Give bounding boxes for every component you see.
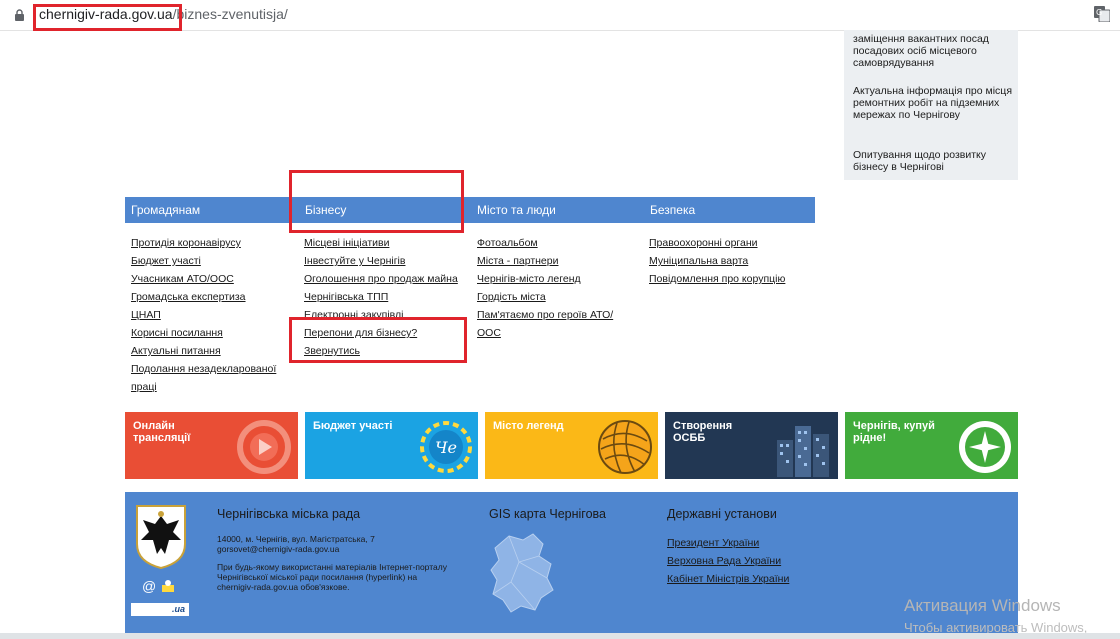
svg-text:G: G [1096, 8, 1102, 17]
news-item[interactable]: заміщення вакантних посад посадових осіб… [853, 33, 1013, 69]
tile-buy-local[interactable]: Чернігів, купуй рідне! [845, 412, 1018, 479]
menu-link[interactable]: Гордість міста [477, 288, 613, 306]
play-icon [237, 420, 291, 474]
leaf-logo-icon [959, 421, 1011, 473]
gov-link[interactable]: Президент України [667, 534, 789, 552]
menu-link-contact[interactable]: Звернутись [304, 342, 458, 360]
footer-email[interactable]: gorsovet@chernigiv-rada.gov.ua [217, 544, 339, 554]
tile-city-of-legends[interactable]: Місто легенд [485, 412, 658, 479]
footer-gis-title[interactable]: GIS карта Чернігова [489, 507, 606, 521]
menu-header-business[interactable]: Бізнесу [305, 203, 346, 217]
url-host: chernigiv-rada.gov.ua [39, 6, 173, 22]
tile-online-broadcasts[interactable]: Онлайн трансляції [125, 412, 298, 479]
tile-title: ОСББ [673, 432, 706, 444]
coat-of-arms-icon [136, 505, 186, 570]
tile-title: рідне! [853, 432, 887, 444]
menu-link[interactable]: Муніципальна варта [649, 252, 785, 270]
taskbar-edge [0, 633, 1120, 639]
footer: @ .ua Чернігівська міська рада 14000, м.… [125, 492, 1018, 634]
menu-column-city: Фотоальбом Міста - партнери Чернігів-міс… [477, 234, 613, 342]
menu-link[interactable]: Місцеві ініціативи [304, 234, 458, 252]
menu-link[interactable]: Фотоальбом [477, 234, 613, 252]
menu-link[interactable]: Оголошення про продаж майна [304, 270, 458, 288]
accessibility-icon[interactable] [161, 579, 175, 593]
che-badge-icon: Че [420, 421, 472, 473]
footer-at-icon[interactable]: @ [142, 578, 156, 594]
menu-link[interactable]: Актуальні питання [131, 342, 276, 360]
url-path: /biznes-zvenutisja/ [172, 6, 288, 22]
menu-link[interactable]: Чернігівська ТПП [304, 288, 458, 306]
footer-gov-title: Державні установи [667, 507, 777, 521]
menu-header-city[interactable]: Місто та люди [477, 203, 556, 217]
tile-title: Місто легенд [493, 420, 564, 432]
news-item[interactable]: Актуальна інформація про місця ремонтних… [853, 85, 1013, 121]
menu-link[interactable]: ООС [477, 324, 613, 342]
tile-osbb[interactable]: Створення ОСББ [665, 412, 838, 479]
menu-column-safety: Правоохоронні органи Муніципальна варта … [649, 234, 785, 288]
menu-link[interactable]: Громадська експертиза [131, 288, 276, 306]
ua-domain-badge[interactable]: .ua [131, 603, 189, 616]
menu-link[interactable]: Інвестуйте у Чернігів [304, 252, 458, 270]
tile-title: Бюджет участі [313, 420, 393, 432]
footer-note: Чернігівської міської ради посилання (hy… [217, 572, 418, 582]
translate-icon[interactable]: G [1094, 6, 1110, 22]
footer-gov-links: Президент України Верховна Рада України … [667, 534, 789, 588]
menu-link[interactable]: Міста - партнери [477, 252, 613, 270]
footer-note: При будь-якому використанні матеріалів І… [217, 562, 447, 572]
footer-address: 14000, м. Чернігів, вул. Магістратська, … [217, 534, 375, 544]
menu-link-obstacles[interactable]: Перепони для бізнесу? [304, 324, 458, 342]
tile-title: Створення [673, 420, 733, 432]
tile-participation-budget[interactable]: Бюджет участі Че [305, 412, 478, 479]
region-map-icon[interactable] [489, 532, 557, 614]
menu-link[interactable]: Чернігів-місто легенд [477, 270, 613, 288]
menu-link[interactable]: Корисні посилання [131, 324, 276, 342]
yarn-ball-icon [598, 420, 652, 474]
menu-link[interactable]: Правоохоронні органи [649, 234, 785, 252]
menu-header-safety[interactable]: Безпека [650, 203, 695, 217]
menu-link[interactable]: Електронні закупівлі [304, 306, 458, 324]
news-item[interactable]: Опитування щодо розвитку бізнесу в Черні… [853, 149, 1013, 173]
menu-link[interactable]: Пам'ятаємо про героїв АТО/ [477, 306, 613, 324]
menu-column-business: Місцеві ініціативи Інвестуйте у Чернігів… [304, 234, 458, 360]
address-bar[interactable]: chernigiv-rada.gov.ua/biznes-zvenutisja/… [0, 0, 1120, 31]
footer-org-title: Чернігівська міська рада [217, 507, 361, 521]
tile-title: трансляції [133, 432, 191, 444]
tile-title: Чернігів, купуй [853, 420, 935, 432]
url-text[interactable]: chernigiv-rada.gov.ua/biznes-zvenutisja/ [39, 6, 288, 22]
svg-text:Че: Че [435, 438, 457, 457]
menu-link[interactable]: Повідомлення про корупцію [649, 270, 785, 288]
windows-activation-watermark: Активация Windows [904, 596, 1061, 615]
gov-link[interactable]: Верховна Рада України [667, 552, 789, 570]
tile-title: Онлайн [133, 420, 175, 432]
menu-column-citizens: Протидія коронавірусу Бюджет участі Учас… [131, 234, 276, 396]
buildings-icon [777, 426, 829, 477]
lock-icon [15, 9, 24, 21]
news-sidebar: заміщення вакантних посад посадових осіб… [844, 30, 1018, 180]
menu-link[interactable]: Подолання незадекларованої [131, 360, 276, 378]
gov-link[interactable]: Кабінет Міністрів України [667, 570, 789, 588]
menu-link[interactable]: Протидія коронавірусу [131, 234, 276, 252]
menu-header-citizens[interactable]: Громадянам [131, 203, 200, 217]
menu-link[interactable]: праці [131, 378, 276, 396]
footer-note: chernigiv-rada.gov.ua обов'язкове. [217, 582, 350, 592]
menu-link[interactable]: Учасникам АТО/ООС [131, 270, 276, 288]
menu-link[interactable]: ЦНАП [131, 306, 276, 324]
menu-link[interactable]: Бюджет участі [131, 252, 276, 270]
menu-header-bar: Громадянам Бізнесу Місто та люди Безпека [125, 197, 815, 223]
